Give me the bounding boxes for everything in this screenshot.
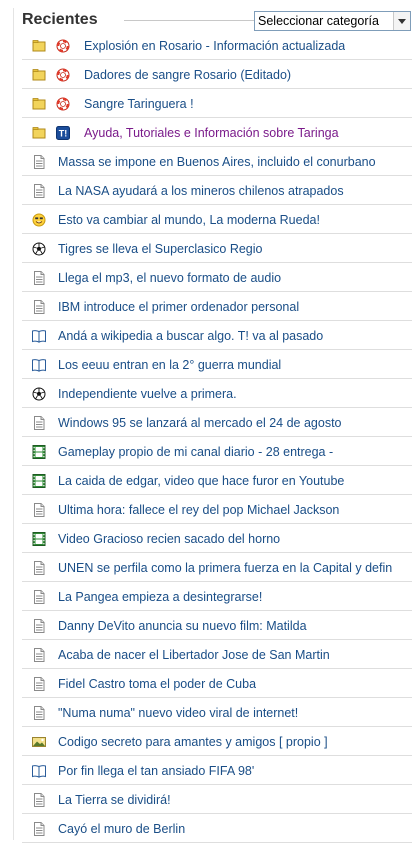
header-divider	[124, 20, 256, 21]
document-icon	[32, 677, 46, 691]
film-icon	[32, 474, 46, 488]
post-title-link[interactable]: Independiente vuelve a primera.	[58, 386, 237, 402]
document-icon	[32, 822, 46, 836]
taringa-icon: T!	[56, 126, 70, 140]
post-row[interactable]: Tigres se lleva el Superclasico Regio	[22, 234, 412, 263]
post-row[interactable]: Video Gracioso recien sacado del horno	[22, 524, 412, 553]
smiley-icon	[32, 213, 46, 227]
recent-posts-list: Explosión en Rosario - Información actua…	[22, 31, 412, 843]
post-title-link[interactable]: Windows 95 se lanzará al mercado el 24 d…	[58, 415, 342, 431]
post-row[interactable]: La NASA ayudará a los mineros chilenos a…	[22, 176, 412, 205]
post-row[interactable]: "Numa numa" nuevo video viral de interne…	[22, 698, 412, 727]
post-row[interactable]: Esto va cambiar al mundo, La moderna Rue…	[22, 205, 412, 234]
category-select-value: Seleccionar categoría	[258, 14, 379, 28]
sticky-flag-icon	[32, 39, 46, 53]
post-row[interactable]: Explosión en Rosario - Información actua…	[22, 31, 412, 60]
post-row[interactable]: Windows 95 se lanzará al mercado el 24 d…	[22, 408, 412, 437]
book-icon	[32, 329, 46, 343]
document-icon	[32, 503, 46, 517]
post-title-link[interactable]: La caida de edgar, video que hace furor …	[58, 473, 344, 489]
post-row[interactable]: Codigo secreto para amantes y amigos [ p…	[22, 727, 412, 756]
document-icon	[32, 561, 46, 575]
post-row[interactable]: Acaba de nacer el Libertador Jose de San…	[22, 640, 412, 669]
post-row[interactable]: Andá a wikipedia a buscar algo. T! va al…	[22, 321, 412, 350]
post-row[interactable]: T! Ayuda, Tutoriales e Información sobre …	[22, 118, 412, 147]
post-row[interactable]: Dadores de sangre Rosario (Editado)	[22, 60, 412, 89]
post-title-link[interactable]: La NASA ayudará a los mineros chilenos a…	[58, 183, 344, 199]
film-icon	[32, 445, 46, 459]
post-title-link[interactable]: Andá a wikipedia a buscar algo. T! va al…	[58, 328, 323, 344]
post-title-link[interactable]: Video Gracioso recien sacado del horno	[58, 531, 280, 547]
post-row[interactable]: Danny DeVito anuncia su nuevo film: Mati…	[22, 611, 412, 640]
category-select[interactable]: Seleccionar categoría	[254, 11, 411, 31]
post-title-link[interactable]: La Tierra se dividirá!	[58, 792, 171, 808]
post-row[interactable]: Independiente vuelve a primera.	[22, 379, 412, 408]
post-title-link[interactable]: IBM introduce el primer ordenador person…	[58, 299, 299, 315]
lifebuoy-icon	[56, 39, 70, 53]
post-title-link[interactable]: Cayó el muro de Berlin	[58, 821, 185, 837]
document-icon	[32, 271, 46, 285]
widget-title: Recientes	[22, 11, 98, 28]
document-icon	[32, 300, 46, 314]
post-title-link[interactable]: Esto va cambiar al mundo, La moderna Rue…	[58, 212, 320, 228]
film-icon	[32, 532, 46, 546]
post-title-link[interactable]: Danny DeVito anuncia su nuevo film: Mati…	[58, 618, 307, 634]
lifebuoy-icon	[56, 68, 70, 82]
post-row[interactable]: UNEN se perfila como la primera fuerza e…	[22, 553, 412, 582]
post-row[interactable]: Los eeuu entran en la 2° guerra mundial	[22, 350, 412, 379]
document-icon	[32, 648, 46, 662]
post-row[interactable]: La Tierra se dividirá!	[22, 785, 412, 814]
post-title-link[interactable]: Codigo secreto para amantes y amigos [ p…	[58, 734, 328, 750]
post-title-link[interactable]: UNEN se perfila como la primera fuerza e…	[58, 560, 392, 576]
document-icon	[32, 793, 46, 807]
post-title-link[interactable]: Massa se impone en Buenos Aires, incluid…	[58, 154, 376, 170]
soccer-ball-icon	[32, 242, 46, 256]
post-title-link[interactable]: Gameplay propio de mi canal diario - 28 …	[58, 444, 333, 460]
document-icon	[32, 706, 46, 720]
sticky-flag-icon	[32, 126, 46, 140]
recent-posts-widget: Recientes Seleccionar categoría Explosió…	[13, 8, 414, 843]
post-title-link[interactable]: Ayuda, Tutoriales e Información sobre Ta…	[84, 125, 339, 141]
post-title-link[interactable]: La Pangea empieza a desintegrarse!	[58, 589, 262, 605]
post-row[interactable]: Massa se impone en Buenos Aires, incluid…	[22, 147, 412, 176]
post-title-link[interactable]: Tigres se lleva el Superclasico Regio	[58, 241, 263, 257]
post-title-link[interactable]: Por fin llega el tan ansiado FIFA 98'	[58, 763, 254, 779]
book-icon	[32, 764, 46, 778]
post-row[interactable]: Cayó el muro de Berlin	[22, 814, 412, 843]
post-row[interactable]: Fidel Castro toma el poder de Cuba	[22, 669, 412, 698]
document-icon	[32, 155, 46, 169]
book-icon	[32, 358, 46, 372]
soccer-ball-icon	[32, 387, 46, 401]
post-title-link[interactable]: Dadores de sangre Rosario (Editado)	[84, 67, 291, 83]
post-row[interactable]: La Pangea empieza a desintegrarse!	[22, 582, 412, 611]
sticky-flag-icon	[32, 97, 46, 111]
document-icon	[32, 619, 46, 633]
post-row[interactable]: IBM introduce el primer ordenador person…	[22, 292, 412, 321]
post-title-link[interactable]: Sangre Taringuera !	[84, 96, 194, 112]
post-row[interactable]: La caida de edgar, video que hace furor …	[22, 466, 412, 495]
sticky-flag-icon	[32, 68, 46, 82]
post-row[interactable]: Ultima hora: fallece el rey del pop Mich…	[22, 495, 412, 524]
document-icon	[32, 184, 46, 198]
document-icon	[32, 416, 46, 430]
post-title-link[interactable]: Llega el mp3, el nuevo formato de audio	[58, 270, 281, 286]
document-icon	[32, 590, 46, 604]
image-icon	[32, 735, 46, 749]
post-row[interactable]: Llega el mp3, el nuevo formato de audio	[22, 263, 412, 292]
chevron-down-icon[interactable]	[393, 12, 410, 30]
post-title-link[interactable]: Acaba de nacer el Libertador Jose de San…	[58, 647, 330, 663]
post-row[interactable]: Sangre Taringuera !	[22, 89, 412, 118]
post-row[interactable]: Por fin llega el tan ansiado FIFA 98'	[22, 756, 412, 785]
svg-text:T!: T!	[59, 129, 68, 139]
post-title-link[interactable]: Los eeuu entran en la 2° guerra mundial	[58, 357, 281, 373]
post-title-link[interactable]: Explosión en Rosario - Información actua…	[84, 38, 345, 54]
post-title-link[interactable]: Fidel Castro toma el poder de Cuba	[58, 676, 256, 692]
post-row[interactable]: Gameplay propio de mi canal diario - 28 …	[22, 437, 412, 466]
lifebuoy-icon	[56, 97, 70, 111]
post-title-link[interactable]: "Numa numa" nuevo video viral de interne…	[58, 705, 298, 721]
post-title-link[interactable]: Ultima hora: fallece el rey del pop Mich…	[58, 502, 339, 518]
